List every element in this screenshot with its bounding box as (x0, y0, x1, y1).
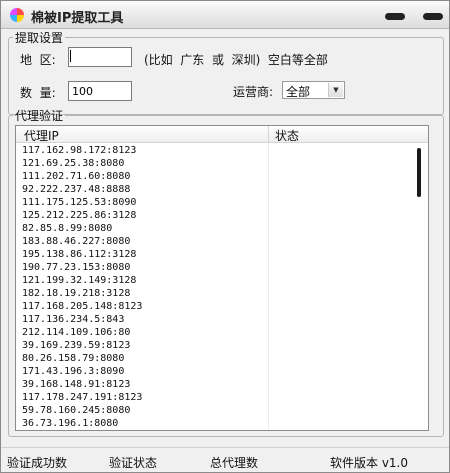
proxy-ip-cell: 117.136.234.5:843 (22, 314, 125, 325)
table-row[interactable]: 36.73.196.1:8080 (16, 417, 410, 430)
quantity-label: 数 量: (20, 86, 56, 100)
proxy-ip-cell: 182.18.19.218:3128 (22, 288, 131, 299)
region-label: 地 区: (20, 53, 56, 67)
proxy-ip-cell: 111.175.125.53:8090 (22, 197, 137, 208)
table-row[interactable]: 182.18.19.218:3128 (16, 287, 410, 300)
proxy-ip-cell: 117.178.247.191:8123 (22, 392, 143, 403)
text-caret (70, 50, 71, 62)
minimize-button[interactable] (385, 13, 405, 20)
proxy-ip-cell: 195.138.86.112:3128 (22, 249, 137, 260)
proxy-ip-cell: 39.168.148.91:8123 (22, 379, 131, 390)
extract-settings-legend: 提取设置 (15, 31, 64, 45)
total-proxies-label: 总代理数 (210, 456, 259, 470)
proxy-ip-cell: 190.77.23.153:8080 (22, 262, 131, 273)
table-row[interactable]: 39.169.239.59:8123 (16, 339, 410, 352)
table-row[interactable]: 111.202.71.60:8080 (16, 170, 410, 183)
app-window: 棉被IP提取工具 提取设置 地 区: (比如 广东 或 深圳) 空白等全部 数 … (0, 0, 450, 473)
status-bar: 验证成功数 验证状态 总代理数 软件版本 v1.0 (1, 447, 449, 472)
window-title: 棉被IP提取工具 (31, 11, 124, 26)
verify-status-label: 验证状态 (109, 456, 158, 470)
proxy-ip-cell: 92.222.237.48:8888 (22, 184, 131, 195)
close-button[interactable] (423, 13, 443, 20)
table-row[interactable]: 195.138.86.112:3128 (16, 248, 410, 261)
table-row[interactable]: 212.114.109.106:80 (16, 326, 410, 339)
table-row[interactable]: 80.26.158.79:8080 (16, 352, 410, 365)
proxy-ip-cell: 125.212.225.86:3128 (22, 210, 137, 221)
proxy-verify-legend: 代理验证 (15, 109, 64, 123)
table-row[interactable]: 121.199.32.149:3128 (16, 274, 410, 287)
column-divider[interactable] (268, 126, 269, 143)
version-label: 软件版本 v1.0 (330, 456, 409, 470)
proxy-ip-cell: 80.26.158.79:8080 (22, 353, 125, 364)
title-bar[interactable]: 棉被IP提取工具 (1, 1, 449, 29)
proxy-ip-cell: 82.85.8.99:8080 (22, 223, 113, 234)
isp-select[interactable]: 全部 ▼ (282, 81, 345, 99)
column-header-status[interactable]: 状态 (275, 127, 299, 144)
isp-label: 运营商: (233, 85, 274, 99)
table-row[interactable]: 117.136.234.5:843 (16, 313, 410, 326)
region-input[interactable] (68, 47, 132, 67)
list-header: 代理IP 状态 (16, 126, 428, 143)
proxy-rows: 117.162.98.172:8123 121.69.25.38:8080 111.… (16, 144, 410, 430)
proxy-ip-cell: 121.199.32.149:3128 (22, 275, 137, 286)
proxy-ip-cell: 183.88.46.227:8080 (22, 236, 131, 247)
vertical-scrollbar[interactable] (411, 144, 428, 430)
table-row[interactable]: 82.85.8.99:8080 (16, 222, 410, 235)
table-row[interactable]: 171.43.196.3:8090 (16, 365, 410, 378)
quantity-input[interactable] (68, 81, 132, 101)
table-row[interactable]: 111.175.125.53:8090 (16, 196, 410, 209)
table-row[interactable]: 117.178.247.191:8123 (16, 391, 410, 404)
table-row[interactable]: 117.162.98.172:8123 (16, 144, 410, 157)
table-row[interactable]: 125.212.225.86:3128 (16, 209, 410, 222)
proxy-ip-cell: 117.168.205.148:8123 (22, 301, 143, 312)
extract-settings-group: 提取设置 (8, 29, 444, 115)
proxy-ip-cell: 39.169.239.59:8123 (22, 340, 131, 351)
table-row[interactable]: 190.77.23.153:8080 (16, 261, 410, 274)
table-row[interactable]: 59.78.160.245:8080 (16, 404, 410, 417)
column-header-ip[interactable]: 代理IP (24, 127, 59, 144)
proxy-ip-cell: 121.69.25.38:8080 (22, 158, 125, 169)
proxy-ip-cell: 117.162.98.172:8123 (22, 145, 137, 156)
proxy-ip-cell: 111.202.71.60:8080 (22, 171, 131, 182)
app-icon (10, 8, 24, 22)
proxy-ip-cell: 36.73.196.1:8080 (22, 418, 119, 429)
proxy-ip-cell: 212.114.109.106:80 (22, 327, 131, 338)
isp-selected-value: 全部 (286, 85, 311, 99)
table-row[interactable]: 39.168.148.91:8123 (16, 378, 410, 391)
scrollbar-thumb[interactable] (417, 148, 421, 197)
table-row[interactable]: 117.168.205.148:8123 (16, 300, 410, 313)
proxy-ip-cell: 171.43.196.3:8090 (22, 366, 125, 377)
table-row[interactable]: 183.88.46.227:8080 (16, 235, 410, 248)
region-hint: (比如 广东 或 深圳) 空白等全部 (144, 53, 328, 67)
proxy-ip-cell: 59.78.160.245:8080 (22, 405, 131, 416)
chevron-down-icon[interactable]: ▼ (328, 83, 343, 97)
proxy-list[interactable]: 代理IP 状态 117.162.98.172:8123 121.69.25.38:… (15, 125, 429, 431)
success-count-label: 验证成功数 (7, 456, 68, 470)
table-row[interactable]: 121.69.25.38:8080 (16, 157, 410, 170)
table-row[interactable]: 92.222.237.48:8888 (16, 183, 410, 196)
